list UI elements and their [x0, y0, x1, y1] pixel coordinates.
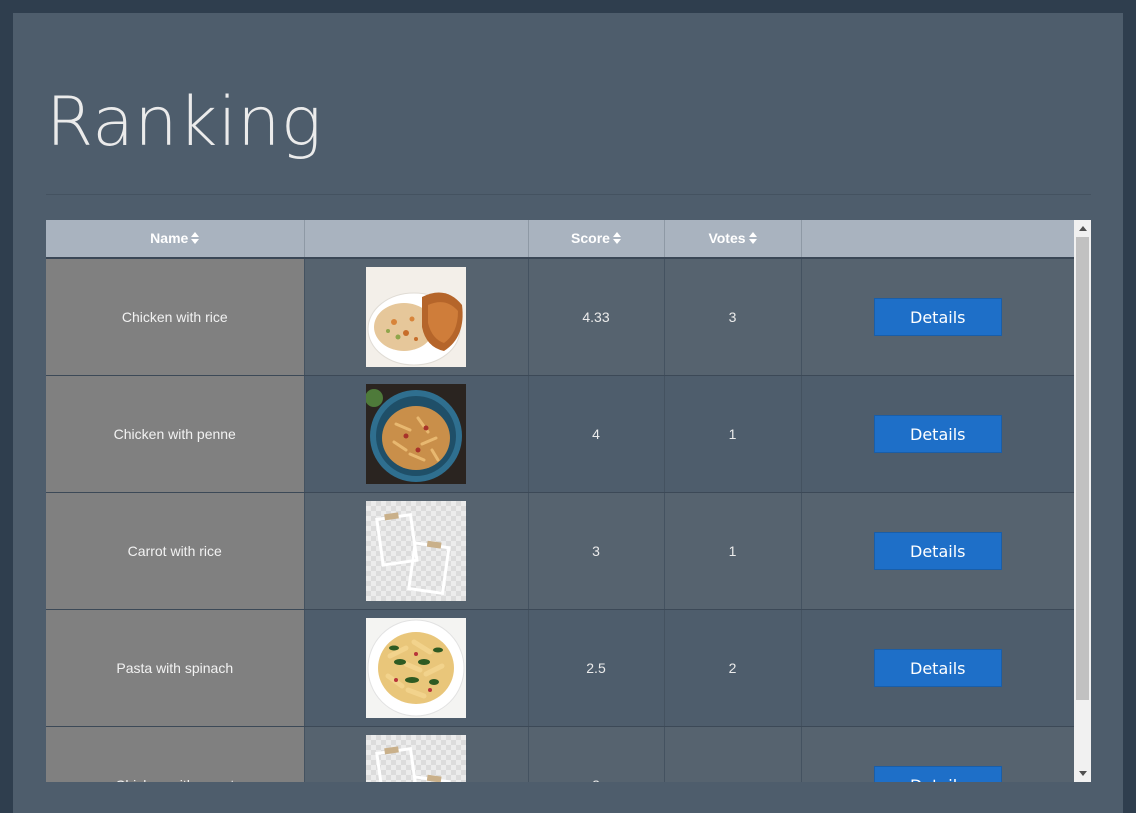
details-button[interactable]: Details — [873, 298, 1002, 336]
score-value: 3 — [528, 492, 665, 610]
score-value: 2 — [528, 726, 665, 782]
scroll-down-arrow-icon[interactable] — [1074, 765, 1091, 782]
votes-value: 1 — [664, 492, 802, 610]
column-header-image — [304, 220, 529, 259]
votes-value — [664, 726, 802, 782]
chicken-rice-photo — [366, 267, 466, 367]
placeholder-photo-frames — [366, 501, 466, 601]
table-header-row: Name Score Votes — [46, 220, 1074, 259]
actions-cell: Details — [801, 492, 1074, 610]
dish-name: Chicken with penne — [46, 375, 305, 493]
votes-value: 3 — [664, 258, 802, 376]
details-button[interactable]: Details — [873, 766, 1002, 782]
ranking-panel: Ranking Name Score Votes Chicken with ri… — [13, 13, 1123, 813]
table-row: Chicken with rice 4.33 3 Details — [46, 258, 1074, 376]
actions-cell: Details — [801, 258, 1074, 376]
dish-image-cell — [304, 492, 529, 610]
chicken-penne-photo — [366, 384, 466, 484]
title-divider — [46, 194, 1091, 195]
score-value: 4 — [528, 375, 665, 493]
actions-cell: Details — [801, 375, 1074, 493]
table-row: Pasta with spinach 2.5 2 Details — [46, 609, 1074, 727]
actions-cell: Details — [801, 609, 1074, 727]
column-header-actions — [801, 220, 1074, 259]
dish-name: Pasta with spinach — [46, 609, 305, 727]
page-title: Ranking — [46, 83, 323, 162]
placeholder-photo-frames — [366, 735, 466, 782]
dish-image-cell — [304, 726, 529, 782]
score-value: 2.5 — [528, 609, 665, 727]
votes-value: 1 — [664, 375, 802, 493]
sort-icon — [612, 231, 621, 247]
dish-name: Chicken with rice — [46, 258, 305, 376]
column-header-name[interactable]: Name — [46, 220, 305, 259]
ranking-table-viewport: Name Score Votes Chicken with rice 4.33 … — [46, 220, 1091, 782]
sort-icon — [748, 231, 757, 247]
sort-icon — [191, 231, 200, 247]
table-row: Carrot with rice 3 1 Details — [46, 492, 1074, 610]
ranking-table: Name Score Votes Chicken with rice 4.33 … — [46, 220, 1074, 782]
actions-cell: Details — [801, 726, 1074, 782]
score-value: 4.33 — [528, 258, 665, 376]
dish-name: Carrot with rice — [46, 492, 305, 610]
scroll-up-arrow-icon[interactable] — [1074, 220, 1091, 237]
dish-image-cell — [304, 609, 529, 727]
dish-name: Chicken with carrot — [46, 726, 305, 782]
dish-image-cell — [304, 258, 529, 376]
table-row: Chicken with carrot — [46, 726, 1074, 782]
table-row: Chicken with penne 4 1 Details — [46, 375, 1074, 493]
pasta-spinach-photo — [366, 618, 466, 718]
details-button[interactable]: Details — [873, 532, 1002, 570]
column-header-score[interactable]: Score — [528, 220, 665, 259]
table-scrollbar[interactable] — [1074, 220, 1091, 782]
details-button[interactable]: Details — [873, 649, 1002, 687]
scroll-thumb[interactable] — [1076, 237, 1089, 700]
votes-value: 2 — [664, 609, 802, 727]
details-button[interactable]: Details — [873, 415, 1002, 453]
dish-image-cell — [304, 375, 529, 493]
column-header-votes[interactable]: Votes — [664, 220, 802, 259]
